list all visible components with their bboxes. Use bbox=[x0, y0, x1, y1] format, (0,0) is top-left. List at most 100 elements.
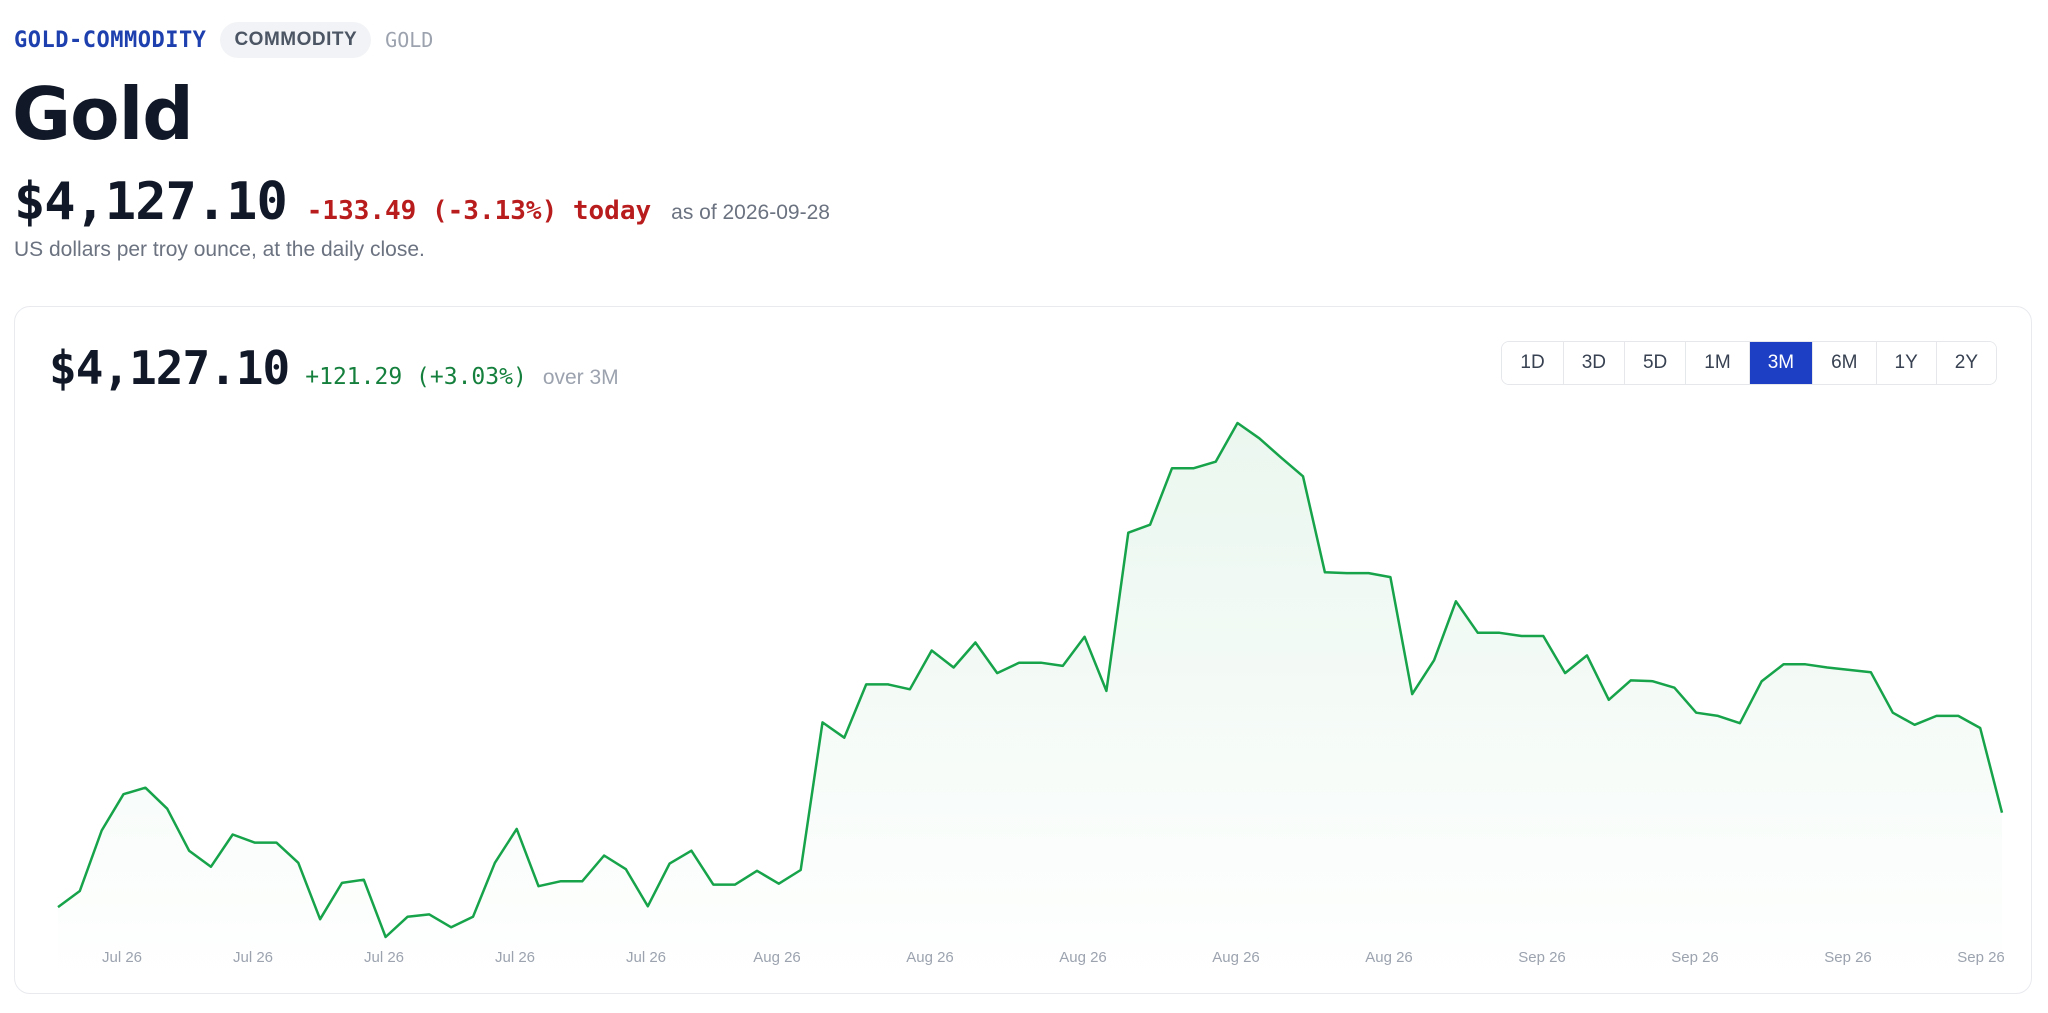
x-tick-label: Aug 26 bbox=[753, 949, 801, 966]
price-point bbox=[208, 864, 214, 870]
price-point bbox=[1650, 678, 1656, 684]
price-point bbox=[448, 924, 454, 930]
chart-price: $4,127.10 bbox=[49, 341, 290, 395]
price-point bbox=[1431, 657, 1437, 663]
price-point bbox=[929, 648, 935, 654]
price-point bbox=[579, 878, 585, 884]
x-tick-label: Aug 26 bbox=[906, 949, 954, 966]
price-point bbox=[1606, 697, 1612, 703]
x-tick-label: Aug 26 bbox=[1059, 949, 1107, 966]
price-point bbox=[405, 914, 411, 920]
range-button-1m[interactable]: 1M bbox=[1686, 342, 1750, 384]
x-tick-label: Jul 26 bbox=[233, 949, 273, 966]
price-point bbox=[186, 848, 192, 854]
price-point bbox=[1999, 810, 2005, 816]
price-point bbox=[645, 903, 651, 909]
range-button-2y[interactable]: 2Y bbox=[1936, 342, 1996, 384]
price-point bbox=[1387, 574, 1393, 580]
price-point bbox=[426, 911, 432, 917]
price-point bbox=[142, 785, 148, 791]
price-point bbox=[514, 826, 520, 832]
price-point bbox=[710, 882, 716, 888]
price-point bbox=[1912, 722, 1918, 728]
price-point bbox=[1038, 660, 1044, 666]
range-button-5d[interactable]: 5D bbox=[1624, 342, 1687, 384]
range-button-6m[interactable]: 6M bbox=[1813, 342, 1877, 384]
x-tick-label: Sep 26 bbox=[1518, 949, 1566, 966]
price-point bbox=[1016, 660, 1022, 666]
price-point bbox=[732, 882, 738, 888]
x-tick-label: Aug 26 bbox=[1212, 949, 1260, 966]
price-point bbox=[295, 860, 301, 866]
price-point bbox=[1213, 459, 1219, 465]
price-point bbox=[1977, 725, 1983, 731]
x-tick-label: Sep 26 bbox=[1671, 949, 1719, 966]
price-point bbox=[1475, 630, 1481, 636]
x-tick-label: Jul 26 bbox=[626, 949, 666, 966]
price-point bbox=[1147, 522, 1153, 528]
price-point bbox=[1082, 634, 1088, 640]
price-point bbox=[77, 888, 83, 894]
category-badge: COMMODITY bbox=[220, 22, 372, 58]
price-point bbox=[339, 880, 345, 886]
price-point bbox=[972, 640, 978, 646]
price-point bbox=[601, 853, 607, 859]
price-point bbox=[1235, 420, 1241, 426]
range-button-3d[interactable]: 3D bbox=[1563, 342, 1625, 384]
x-tick-label: Jul 26 bbox=[364, 949, 404, 966]
price-point bbox=[907, 686, 913, 692]
price-point bbox=[951, 665, 957, 671]
price-point bbox=[1497, 630, 1503, 636]
header-meta: GOLD-COMMODITY COMMODITY GOLD bbox=[14, 22, 433, 58]
period-change: +121.29 (+3.03%) bbox=[305, 364, 527, 390]
ticker-label: GOLD bbox=[385, 28, 434, 52]
price-point bbox=[1300, 473, 1306, 479]
price-point bbox=[885, 681, 891, 687]
price-point bbox=[1934, 713, 1940, 719]
price-point bbox=[1802, 661, 1808, 667]
price-point bbox=[776, 881, 782, 887]
range-button-1y[interactable]: 1Y bbox=[1876, 342, 1937, 384]
price-point bbox=[1759, 678, 1765, 684]
price-point bbox=[1169, 465, 1175, 471]
price-point bbox=[688, 848, 694, 854]
price-point bbox=[1628, 677, 1634, 683]
price-point bbox=[252, 840, 258, 846]
price-point bbox=[1693, 710, 1699, 716]
price-point bbox=[230, 832, 236, 838]
price-point bbox=[1824, 665, 1830, 671]
chart-card: Jul 26 Jul 26 Jul 26 Jul 26 Jul 26 Aug 26 Aug … bbox=[14, 306, 2032, 994]
price-point bbox=[317, 916, 323, 922]
range-button-1d[interactable]: 1D bbox=[1502, 342, 1564, 384]
price-point bbox=[841, 735, 847, 741]
price-point bbox=[754, 868, 760, 874]
price-point bbox=[1671, 685, 1677, 691]
price-point bbox=[273, 840, 279, 846]
period-label: over 3M bbox=[542, 366, 619, 389]
price-point bbox=[1846, 667, 1852, 673]
price-point bbox=[667, 861, 673, 867]
price-point bbox=[1125, 530, 1131, 536]
page-title: Gold bbox=[12, 72, 194, 156]
price-point bbox=[492, 860, 498, 866]
symbol-label: GOLD-COMMODITY bbox=[14, 27, 207, 53]
price-point bbox=[994, 670, 1000, 676]
price-point bbox=[1366, 570, 1372, 576]
price-point bbox=[1191, 465, 1197, 471]
price-point bbox=[1409, 691, 1415, 697]
range-button-3m[interactable]: 3M bbox=[1749, 342, 1814, 384]
price-point bbox=[1890, 710, 1896, 716]
price-point bbox=[536, 883, 542, 889]
price-summary: $4,127.10 -133.49 (-3.13%) today as of 2… bbox=[14, 172, 830, 232]
price-point bbox=[470, 914, 476, 920]
price-point bbox=[1737, 720, 1743, 726]
unit-description: US dollars per troy ounce, at the daily … bbox=[14, 238, 425, 261]
price-point bbox=[99, 828, 105, 834]
price-point bbox=[1955, 713, 1961, 719]
price-point bbox=[1868, 669, 1874, 675]
price-point bbox=[1562, 670, 1568, 676]
x-tick-label: Jul 26 bbox=[495, 949, 535, 966]
x-tick-label: Sep 26 bbox=[1824, 949, 1872, 966]
x-tick-label: Sep 26 bbox=[1957, 949, 2005, 966]
price-point bbox=[863, 681, 869, 687]
